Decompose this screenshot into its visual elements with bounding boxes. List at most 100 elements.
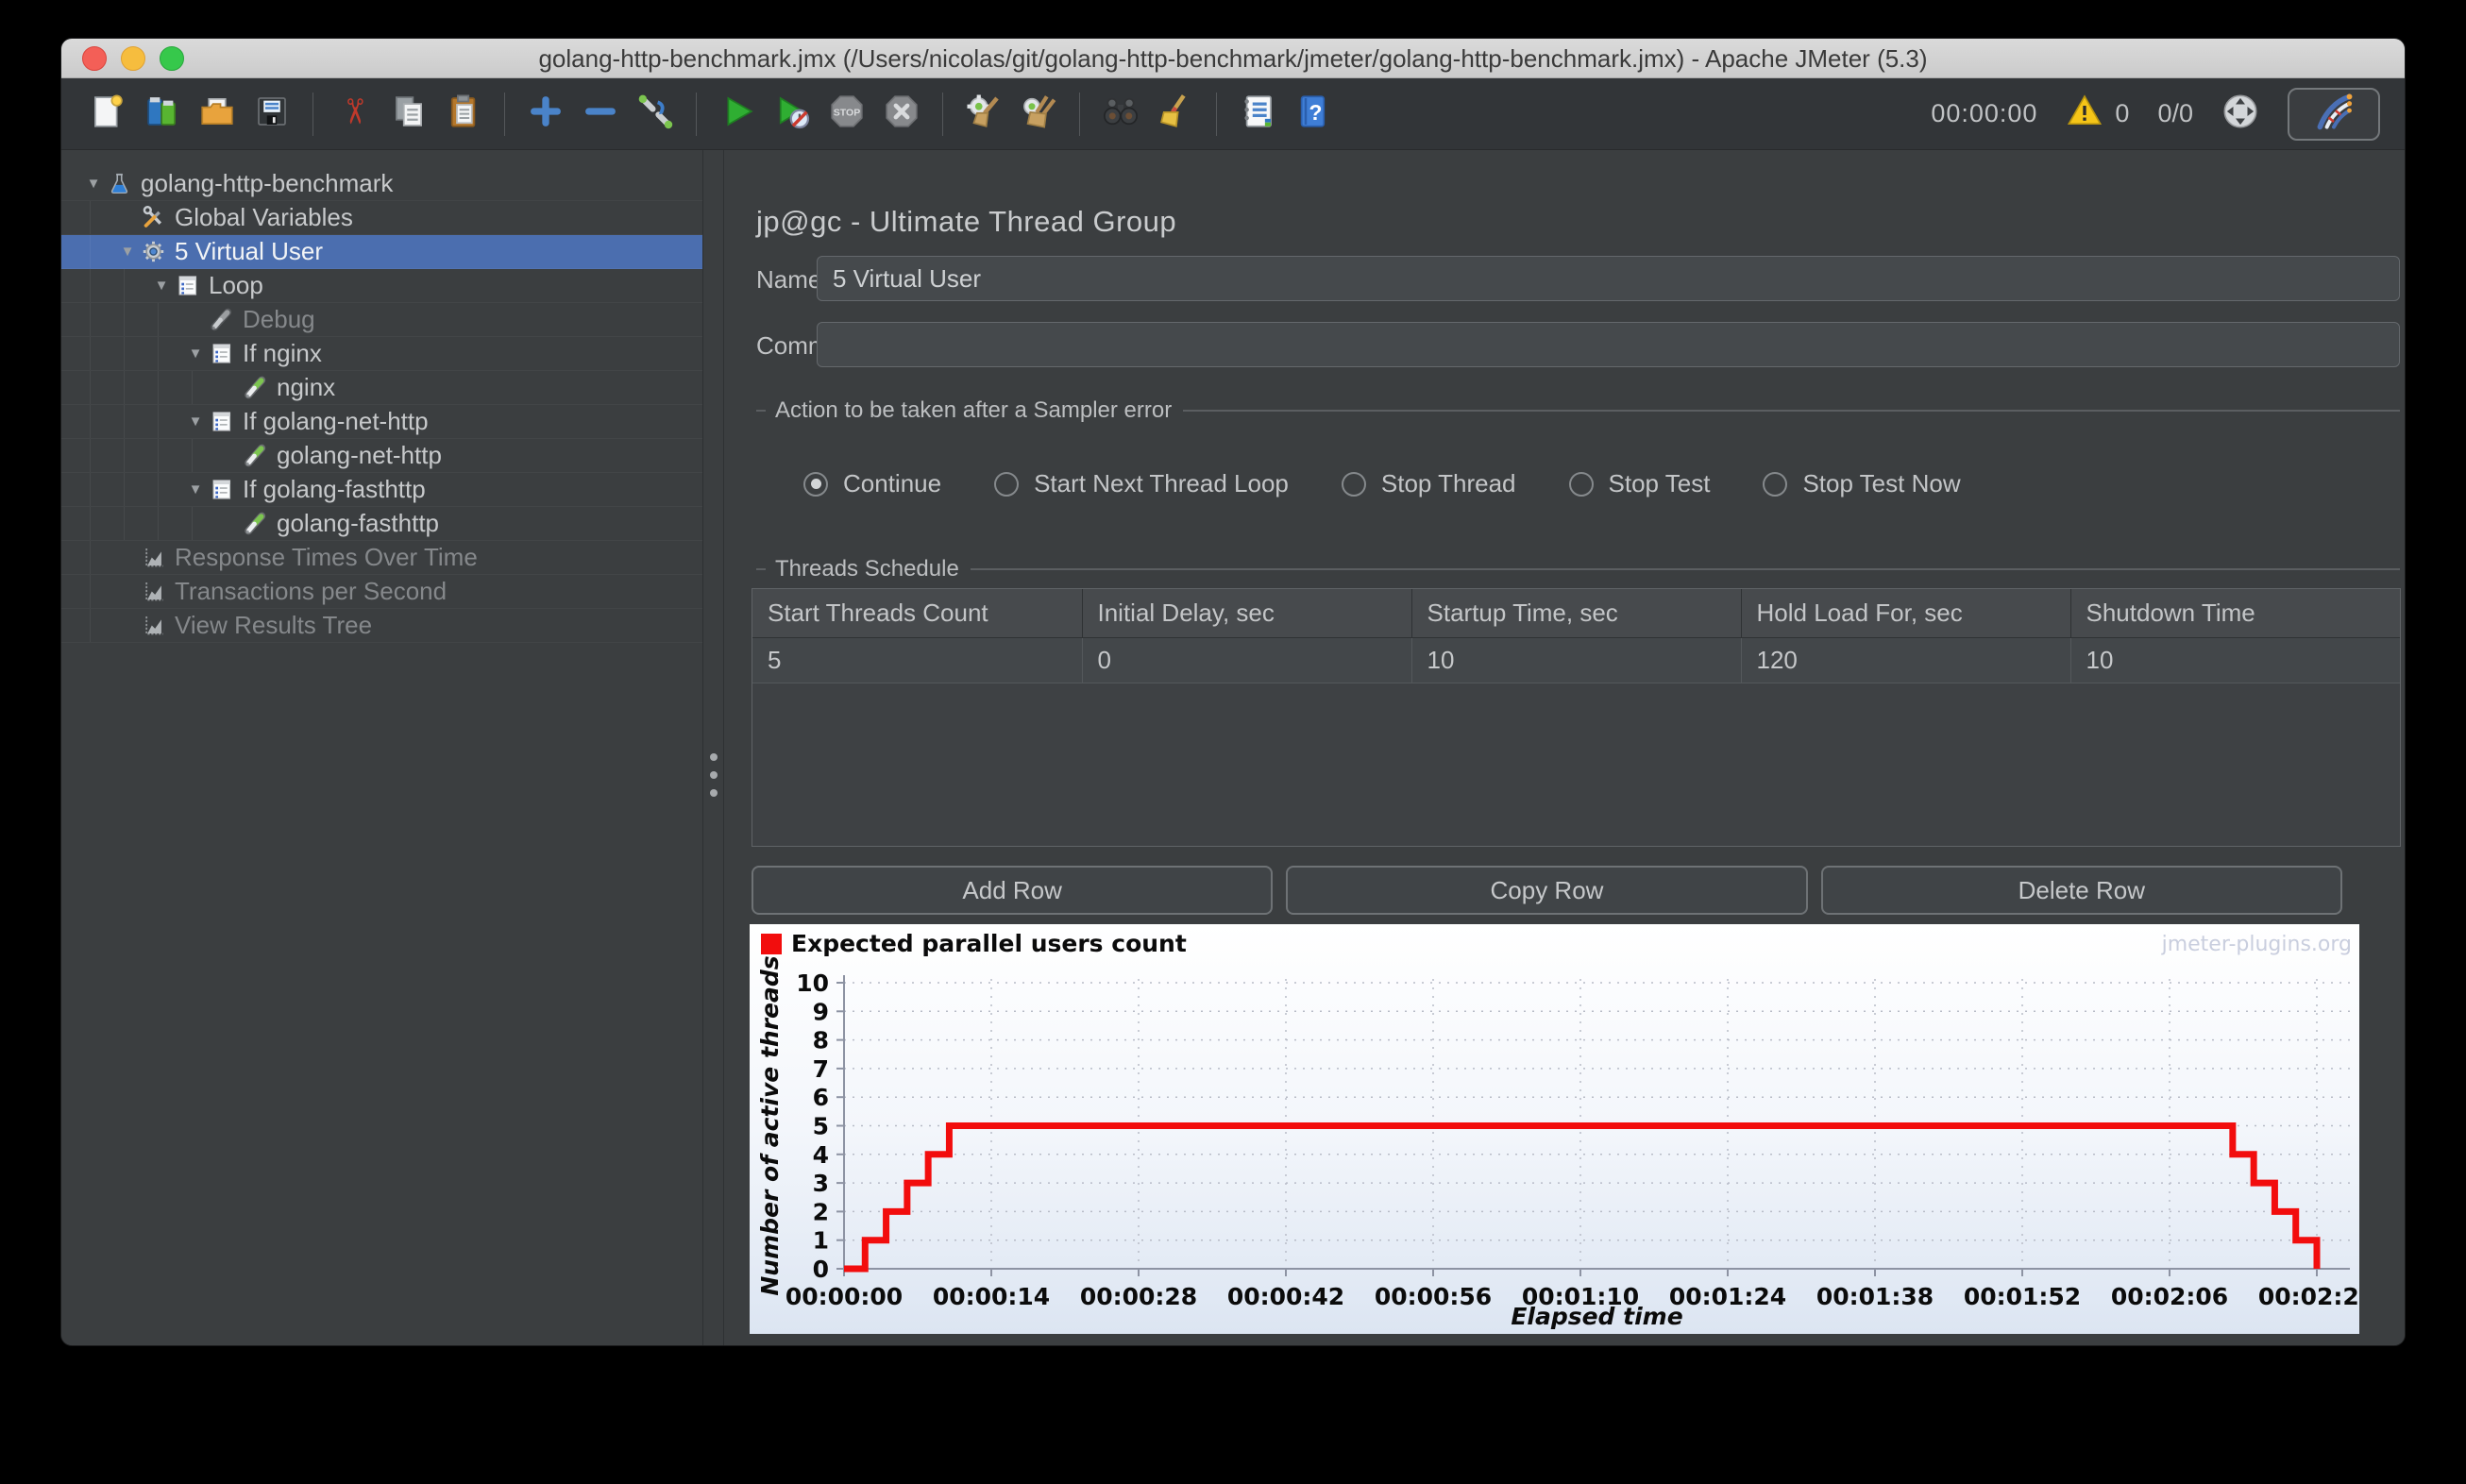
copy-row-button[interactable]: Copy Row <box>1286 866 1808 915</box>
tree-indent-guide <box>90 371 91 404</box>
tree-item-label: Transactions per Second <box>175 577 448 605</box>
circular-arrows-icon[interactable] <box>2221 93 2259 135</box>
watermark-text: jmeter-plugins.org <box>2161 933 2352 956</box>
y-tick-label: 2 <box>813 1198 829 1225</box>
clear-button[interactable] <box>962 93 1005 136</box>
radio-stop-thread[interactable]: Stop Thread <box>1341 469 1516 498</box>
tree-item-nginx[interactable]: nginx <box>61 371 702 405</box>
warning-icon[interactable] <box>2066 92 2103 136</box>
toolbar-separator <box>942 92 943 136</box>
radio-continue[interactable]: Continue <box>803 469 941 498</box>
copy-button[interactable] <box>387 93 431 136</box>
expand-arrow-icon[interactable]: ▼ <box>182 481 209 497</box>
tree-indent-guide <box>124 337 125 370</box>
panel-splitter[interactable] <box>703 150 724 1345</box>
svg-text:STOP: STOP <box>834 107 860 118</box>
toolbar-separator <box>312 92 313 136</box>
tree-indent-guide <box>124 303 125 336</box>
expand-arrow-icon[interactable]: ▼ <box>114 244 141 260</box>
radio-unselected-icon <box>1341 471 1366 497</box>
name-input[interactable] <box>817 256 2400 301</box>
comments-input[interactable] <box>817 322 2400 367</box>
tree-item-debug[interactable]: Debug <box>61 303 702 337</box>
tree-item-response-times-over-time[interactable]: Response Times Over Time <box>61 541 702 575</box>
delete-row-button[interactable]: Delete Row <box>1820 866 2342 915</box>
tree-item-if-golang-fasthttp[interactable]: ▼ If golang-fasthttp <box>61 473 702 507</box>
x-tick-label: 00:00:14 <box>933 1283 1050 1310</box>
threads-schedule-table-container: Start Threads Count Initial Delay, sec Sta… <box>752 588 2401 847</box>
tree-item-golang-net-http[interactable]: golang-net-http <box>61 439 702 473</box>
controller-icon <box>209 341 234 366</box>
add-row-button[interactable]: Add Row <box>752 866 1274 915</box>
thread-group-gear-icon <box>141 239 166 264</box>
table-cell[interactable]: 10 <box>1410 637 1741 683</box>
config-panel: jp@gc - Ultimate Thread Group Name: Comm… <box>724 150 2405 1345</box>
stop-button[interactable]: STOP <box>825 93 869 136</box>
table-row: 5 0 10 120 10 <box>752 637 2400 683</box>
table-cell[interactable]: 0 <box>1081 637 1411 683</box>
test-plan-flask-icon <box>107 171 132 196</box>
jmeter-logo-button[interactable] <box>2288 87 2380 141</box>
clear-all-button[interactable] <box>1017 93 1060 136</box>
expand-arrow-icon[interactable]: ▼ <box>182 413 209 430</box>
table-cell[interactable]: 10 <box>2069 637 2400 683</box>
shutdown-button[interactable] <box>880 93 923 136</box>
window-title: golang-http-benchmark.jmx (/Users/nicola… <box>538 44 1928 73</box>
remove-button[interactable] <box>579 93 622 136</box>
start-button[interactable] <box>716 93 759 136</box>
expand-arrow-icon[interactable]: ▼ <box>80 176 107 192</box>
svg-text:?: ? <box>1309 100 1323 125</box>
legend-label: Expected parallel users count <box>791 930 1187 957</box>
radio-label: Start Next Thread Loop <box>1034 469 1289 497</box>
radio-stop-test-now[interactable]: Stop Test Now <box>1763 469 1961 498</box>
controller-icon <box>209 477 234 502</box>
tree-item-if-golang-net-http[interactable]: ▼ If golang-net-http <box>61 405 702 439</box>
tree-item-if-nginx[interactable]: ▼ If nginx <box>61 337 702 371</box>
radio-stop-test[interactable]: Stop Test <box>1568 469 1710 498</box>
templates-button[interactable] <box>141 93 184 136</box>
clear-icon <box>964 92 1004 136</box>
open-file-icon <box>197 92 237 136</box>
open-file-button[interactable] <box>195 93 239 136</box>
tree-indent-guide <box>158 439 159 472</box>
tree-item-label: nginx <box>277 373 336 401</box>
add-button[interactable] <box>524 93 567 136</box>
tree-indent-guide <box>192 439 193 472</box>
tree-item-golang-http-benchmark[interactable]: ▼ golang-http-benchmark <box>61 167 702 201</box>
series-step-line <box>844 1122 2321 1273</box>
column-header-shutdown-time: Shutdown Time <box>2069 589 2400 638</box>
tree-indent-guide <box>158 337 159 370</box>
function-helper-button[interactable] <box>1236 93 1279 136</box>
save-button[interactable] <box>250 93 294 136</box>
search-button[interactable] <box>1099 93 1142 136</box>
clear-search-button[interactable] <box>1154 93 1197 136</box>
tree-item-view-results-tree[interactable]: View Results Tree <box>61 609 702 643</box>
start-no-timers-button[interactable] <box>770 93 814 136</box>
y-tick-label: 7 <box>813 1055 829 1083</box>
tree-item-transactions-per-second[interactable]: Transactions per Second <box>61 575 702 609</box>
tree-indent-guide <box>90 439 91 472</box>
tree-item-global-variables[interactable]: Global Variables <box>61 201 702 235</box>
tree-indent-guide <box>124 405 125 438</box>
radio-start-next-thread-loop[interactable]: Start Next Thread Loop <box>994 469 1289 498</box>
radio-selected-icon <box>803 471 828 497</box>
tree-item-5-virtual-user[interactable]: ▼ 5 Virtual User <box>61 235 702 269</box>
table-cell[interactable]: 5 <box>752 637 1082 683</box>
table-cell[interactable]: 120 <box>1740 637 2070 683</box>
legend-swatch <box>761 934 782 954</box>
sampler-error-group: Action to be taken after a Sampler error… <box>756 397 2400 498</box>
global-variables-icon <box>141 205 166 230</box>
paste-button[interactable] <box>442 93 485 136</box>
expand-arrow-icon[interactable]: ▼ <box>182 346 209 362</box>
y-tick-label: 8 <box>813 1027 829 1054</box>
expand-arrow-icon[interactable]: ▼ <box>148 278 175 294</box>
tree-indent-guide <box>124 507 125 540</box>
tree-item-golang-fasthttp[interactable]: golang-fasthttp <box>61 507 702 541</box>
reset-button[interactable] <box>633 93 677 136</box>
x-axis-title: Elapsed time <box>1511 1303 1682 1330</box>
help-button[interactable]: ? <box>1291 93 1334 136</box>
new-file-button[interactable] <box>86 93 129 136</box>
tree-item-loop[interactable]: ▼ Loop <box>61 269 702 303</box>
column-header-hold-load-for-sec: Hold Load For, sec <box>1740 589 2070 638</box>
cut-button[interactable]: ✂ <box>332 93 376 136</box>
